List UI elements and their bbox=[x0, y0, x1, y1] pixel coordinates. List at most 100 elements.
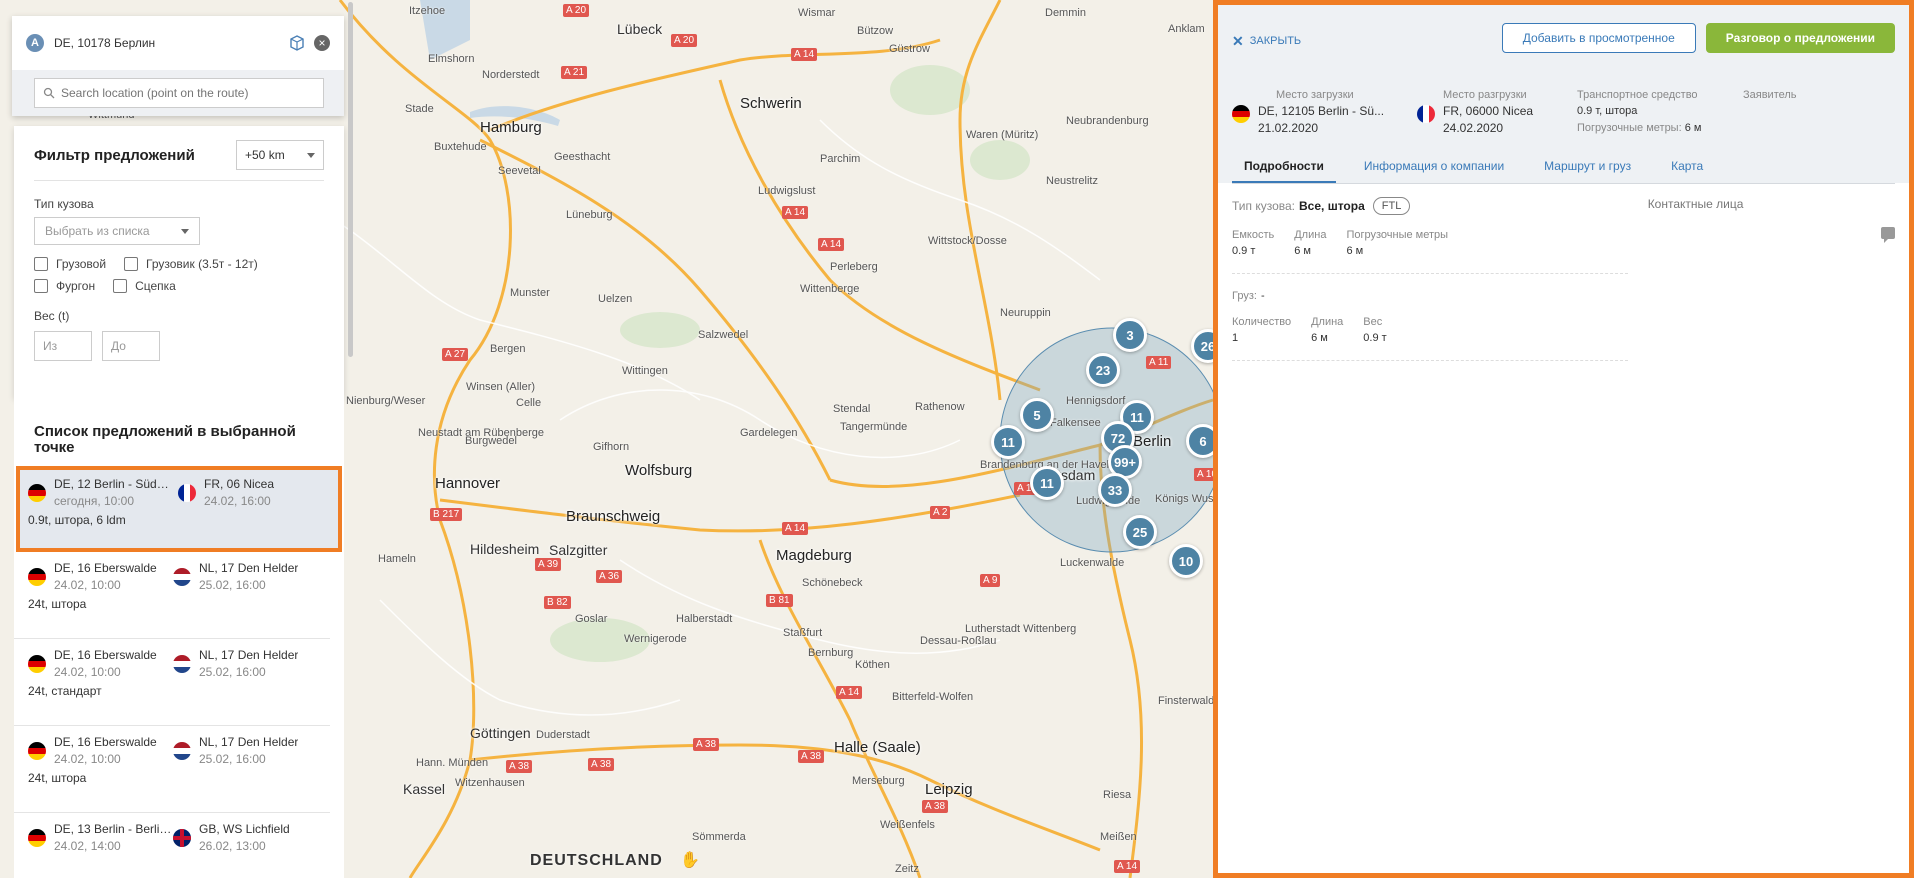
cargo-length-label: Длина bbox=[1311, 316, 1344, 328]
checkbox-box[interactable] bbox=[34, 257, 48, 271]
offer-cargo: 24t, штора bbox=[28, 771, 87, 785]
search-panel: A DE, 10178 Берлин × bbox=[12, 16, 344, 116]
offer-cluster-marker[interactable]: 33 bbox=[1098, 473, 1132, 507]
body-type-detail-label: Тип кузова: bbox=[1232, 199, 1296, 213]
offer-list-item[interactable]: DE, 12 Berlin - Südе... сегодня, 10:00 FR,… bbox=[16, 466, 342, 552]
checkbox-van[interactable]: Фургон bbox=[34, 279, 95, 293]
town-label: Wernigerode bbox=[624, 633, 687, 645]
unloading-date: 24.02.2020 bbox=[1443, 121, 1504, 135]
city-label: Halle (Saale) bbox=[834, 739, 921, 756]
offer-list-item[interactable]: DE, 16 Eberswalde 24.02, 10:00 NL, 17 Den … bbox=[14, 726, 330, 813]
road-shield: A 39 bbox=[535, 558, 562, 571]
body-type-placeholder: Выбрать из списка bbox=[45, 224, 150, 238]
origin-location-text[interactable]: DE, 10178 Берлин bbox=[54, 36, 288, 50]
offer-cluster-marker[interactable]: 11 bbox=[991, 425, 1025, 459]
search-input[interactable] bbox=[61, 86, 311, 100]
radius-select[interactable]: +50 km bbox=[236, 140, 324, 170]
body-type-label: Тип кузова bbox=[34, 197, 94, 211]
offer-from: DE, 16 Eberswalde bbox=[54, 735, 157, 749]
talk-about-offer-button[interactable]: Разговор о предложении bbox=[1705, 23, 1895, 53]
gb-flag-icon bbox=[173, 829, 191, 847]
offer-cluster-marker[interactable]: 3 bbox=[1113, 318, 1147, 352]
offer-cluster-marker[interactable]: 25 bbox=[1123, 515, 1157, 549]
loading-label: Место загрузки bbox=[1276, 89, 1354, 101]
chat-icon[interactable] bbox=[1881, 227, 1895, 243]
town-label: Uelzen bbox=[598, 293, 633, 305]
tab-map[interactable]: Карта bbox=[1659, 155, 1715, 183]
vehicle-value: 0.9 т, штора bbox=[1577, 105, 1638, 117]
close-detail-link[interactable]: ✕ ЗАКРЫТЬ bbox=[1232, 33, 1301, 50]
panel-scrollbar[interactable] bbox=[348, 2, 353, 357]
tab-route-and-cargo[interactable]: Маршрут и груз bbox=[1532, 155, 1643, 183]
weight-from-input[interactable]: Из bbox=[34, 331, 92, 361]
cargo-label: Груз: bbox=[1232, 290, 1257, 302]
hand-cursor-icon: ✋ bbox=[680, 852, 700, 869]
town-label: Luckenwalde bbox=[1060, 557, 1125, 569]
offer-from-date: 24.02, 14:00 bbox=[54, 839, 121, 853]
town-label: Waren (Müritz) bbox=[966, 129, 1039, 141]
offer-cargo: 24t, стандарт bbox=[28, 684, 102, 698]
town-label: Schönebeck bbox=[802, 577, 863, 589]
offer-cluster-marker[interactable]: 11 bbox=[1030, 466, 1064, 500]
offer-from-date: сегодня, 10:00 bbox=[54, 494, 135, 508]
germany-flag-icon bbox=[1232, 105, 1250, 123]
city-label: Lübeck bbox=[617, 21, 663, 37]
town-label: Bitterfeld-Wolfen bbox=[892, 691, 974, 703]
offer-to: NL, 17 Den Helder bbox=[199, 648, 299, 662]
offer-from: DE, 12 Berlin - Südе... bbox=[54, 477, 172, 491]
offer-cluster-marker[interactable]: 23 bbox=[1086, 353, 1120, 387]
offer-from: DE, 16 Eberswalde bbox=[54, 561, 157, 575]
package-icon[interactable] bbox=[288, 34, 306, 52]
road-shield: B 217 bbox=[430, 508, 463, 521]
france-flag-icon bbox=[1417, 105, 1435, 123]
radius-value: +50 km bbox=[245, 148, 285, 162]
road-shield: A 20 bbox=[563, 4, 590, 17]
road-shield: A 14 bbox=[836, 686, 863, 699]
checkbox-box[interactable] bbox=[113, 279, 128, 293]
offer-list-item[interactable]: DE, 13 Berlin - Berlin... 24.02, 14:00 GB,… bbox=[14, 813, 330, 878]
town-label: Gardelegen bbox=[740, 427, 798, 439]
city-label: Wolfsburg bbox=[625, 462, 693, 479]
offer-from-date: 24.02, 10:00 bbox=[54, 665, 121, 679]
checkbox-label: Грузовик (3.5т - 12т) bbox=[146, 257, 258, 271]
de-flag-icon bbox=[28, 655, 46, 673]
road-shield: A 36 bbox=[596, 570, 623, 583]
origin-location-row[interactable]: A DE, 10178 Берлин × bbox=[12, 16, 344, 70]
checkbox-box[interactable] bbox=[34, 279, 48, 293]
de-flag-icon bbox=[28, 568, 46, 586]
chevron-down-icon bbox=[307, 152, 315, 158]
nl-flag-icon bbox=[173, 655, 191, 673]
tab-details[interactable]: Подробности bbox=[1232, 155, 1336, 183]
point-a-icon: A bbox=[26, 34, 44, 52]
checkbox-trailer[interactable]: Сцепка bbox=[113, 279, 176, 293]
offer-from: DE, 13 Berlin - Berlin... bbox=[54, 822, 172, 836]
offer-cluster-marker[interactable]: 10 bbox=[1169, 544, 1203, 578]
add-to-viewed-button[interactable]: Добавить в просмотренное bbox=[1501, 23, 1696, 53]
detail-tabs: Подробности Информация о компании Маршру… bbox=[1232, 155, 1895, 184]
city-label: Hamburg bbox=[480, 119, 542, 136]
capacity-label: Емкость bbox=[1232, 229, 1275, 241]
checkbox-truck-3-5-12t[interactable]: Грузовик (3.5т - 12т) bbox=[124, 257, 258, 271]
tab-company-info[interactable]: Информация о компании bbox=[1352, 155, 1516, 183]
road-shield: A 14 bbox=[1114, 860, 1141, 873]
checkbox-box[interactable] bbox=[124, 257, 139, 271]
cargo-length-value: 6 м bbox=[1311, 332, 1328, 344]
offer-to-date: 25.02, 16:00 bbox=[199, 578, 266, 592]
body-type-select[interactable]: Выбрать из списка bbox=[34, 217, 200, 245]
town-label: Witzenhausen bbox=[455, 777, 525, 789]
town-label: Hennigsdorf bbox=[1066, 395, 1126, 407]
checkbox-truck[interactable]: Грузовой bbox=[34, 257, 106, 271]
offer-list-item[interactable]: DE, 16 Eberswalde 24.02, 10:00 NL, 17 Den … bbox=[14, 552, 330, 639]
clear-location-icon[interactable]: × bbox=[314, 35, 330, 51]
offer-list-item[interactable]: DE, 16 Eberswalde 24.02, 10:00 NL, 17 Den … bbox=[14, 639, 330, 726]
offer-detail-panel: ✕ ЗАКРЫТЬ Добавить в просмотренное Разго… bbox=[1213, 0, 1914, 878]
town-label: Itzehoe bbox=[409, 5, 446, 17]
offer-cluster-marker[interactable]: 5 bbox=[1020, 398, 1054, 432]
town-label: Seevetal bbox=[498, 165, 541, 177]
road-shield: A 14 bbox=[782, 522, 809, 535]
weight-to-input[interactable]: До bbox=[102, 331, 160, 361]
offers-list: DE, 12 Berlin - Südе... сегодня, 10:00 FR,… bbox=[14, 466, 344, 878]
checkbox-label: Фургон bbox=[56, 279, 96, 293]
search-field[interactable] bbox=[34, 78, 324, 108]
town-label: Anklam bbox=[1168, 23, 1205, 35]
